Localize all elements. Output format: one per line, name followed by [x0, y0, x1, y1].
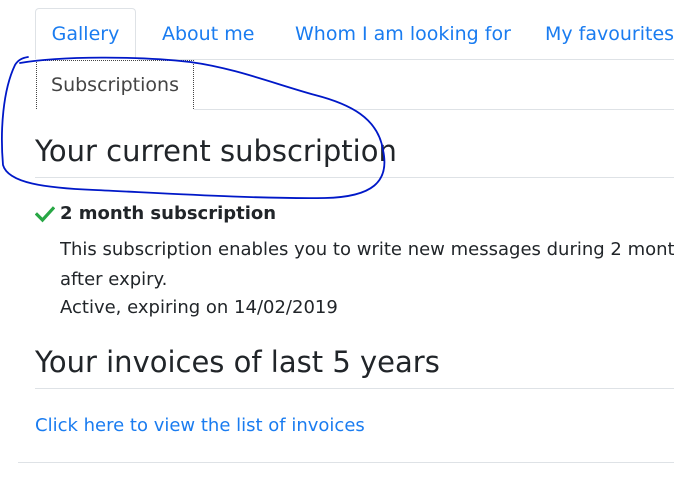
tab-about-me[interactable]: About me: [162, 22, 254, 46]
tab-subscriptions[interactable]: Subscriptions: [36, 60, 194, 109]
tab-gallery[interactable]: Gallery: [35, 8, 136, 59]
tabs-divider-second-row: [194, 109, 674, 110]
footer-divider: [18, 462, 674, 463]
tabs-divider: [138, 59, 674, 60]
tab-my-favourites[interactable]: My favourites: [545, 22, 674, 46]
plan-description-line: This subscription enables you to write n…: [60, 239, 674, 260]
view-invoices-link[interactable]: Click here to view the list of invoices: [35, 414, 365, 438]
plan-name: 2 month subscription: [60, 203, 277, 224]
section-divider: [35, 177, 674, 178]
check-icon: [35, 206, 55, 223]
plan-description-line: after expiry.: [60, 269, 168, 290]
section-divider: [35, 388, 674, 389]
invoices-heading: Your invoices of last 5 years: [35, 345, 440, 379]
plan-status: Active, expiring on 14/02/2019: [60, 297, 338, 318]
profile-tabs: Gallery About me Whom I am looking for M…: [0, 0, 674, 110]
tab-whom-i-am-looking-for[interactable]: Whom I am looking for: [295, 22, 511, 46]
plan-description: This subscription enables you to write n…: [60, 235, 674, 295]
current-subscription-heading: Your current subscription: [35, 134, 397, 168]
